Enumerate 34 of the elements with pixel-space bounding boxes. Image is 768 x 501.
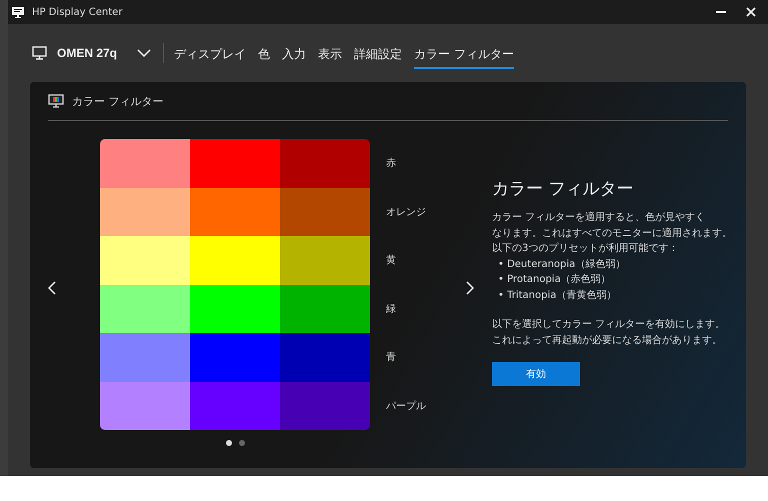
preset-item: • Protanopia（赤色弱）	[497, 272, 612, 287]
note-text: 以下を選択してカラー フィルターを有効にします。	[492, 318, 726, 332]
close-icon[interactable]	[746, 7, 756, 17]
nav-tab[interactable]: 色	[258, 42, 270, 68]
description-text: カラー フィルターを適用すると、色が見やすく	[492, 210, 706, 225]
enable-button[interactable]: 有効	[492, 362, 580, 386]
chevron-down-icon[interactable]	[137, 49, 152, 57]
preset-item: • Tritanopia（青黄色弱）	[497, 288, 618, 302]
color-label: オレンジ	[385, 206, 427, 220]
nav-tab[interactable]: ディスプレイ	[174, 42, 246, 68]
note-text: これによって再起動が必要になる場合があります。	[492, 334, 723, 348]
monitor-icon	[12, 6, 24, 18]
nav-tab[interactable]: 詳細設定	[354, 42, 402, 68]
color-label: 緑	[385, 302, 397, 317]
page-dot[interactable]	[226, 440, 232, 446]
color-label: パープル	[385, 400, 427, 414]
monitor-icon	[32, 46, 47, 60]
chevron-right-icon[interactable]	[466, 281, 474, 295]
page-dot[interactable]	[238, 440, 244, 446]
chevron-left-icon[interactable]	[48, 281, 56, 295]
nav-tab[interactable]: カラー フィルター	[414, 42, 514, 68]
preset-item: • Deuteranopia（緑色弱）	[497, 258, 626, 272]
color-label: 赤	[385, 156, 397, 172]
nav-tab[interactable]: 入力	[282, 42, 306, 68]
description-text: 以下の3つのプリセットが利用可能です：	[492, 242, 680, 256]
color-label: 青	[385, 350, 397, 366]
color-label: 黄	[385, 254, 397, 268]
panel-title: カラー フィルター	[72, 94, 164, 108]
nav-tab[interactable]: 表示	[318, 42, 342, 68]
info-heading: カラー フィルター	[492, 178, 634, 200]
device-selector[interactable]: OMEN 27q	[32, 46, 118, 60]
window-title: HP Display Center	[32, 6, 124, 18]
monitor-icon	[48, 94, 64, 108]
description-text: なります。これはすべてのモニターに適用されます。	[492, 226, 732, 240]
